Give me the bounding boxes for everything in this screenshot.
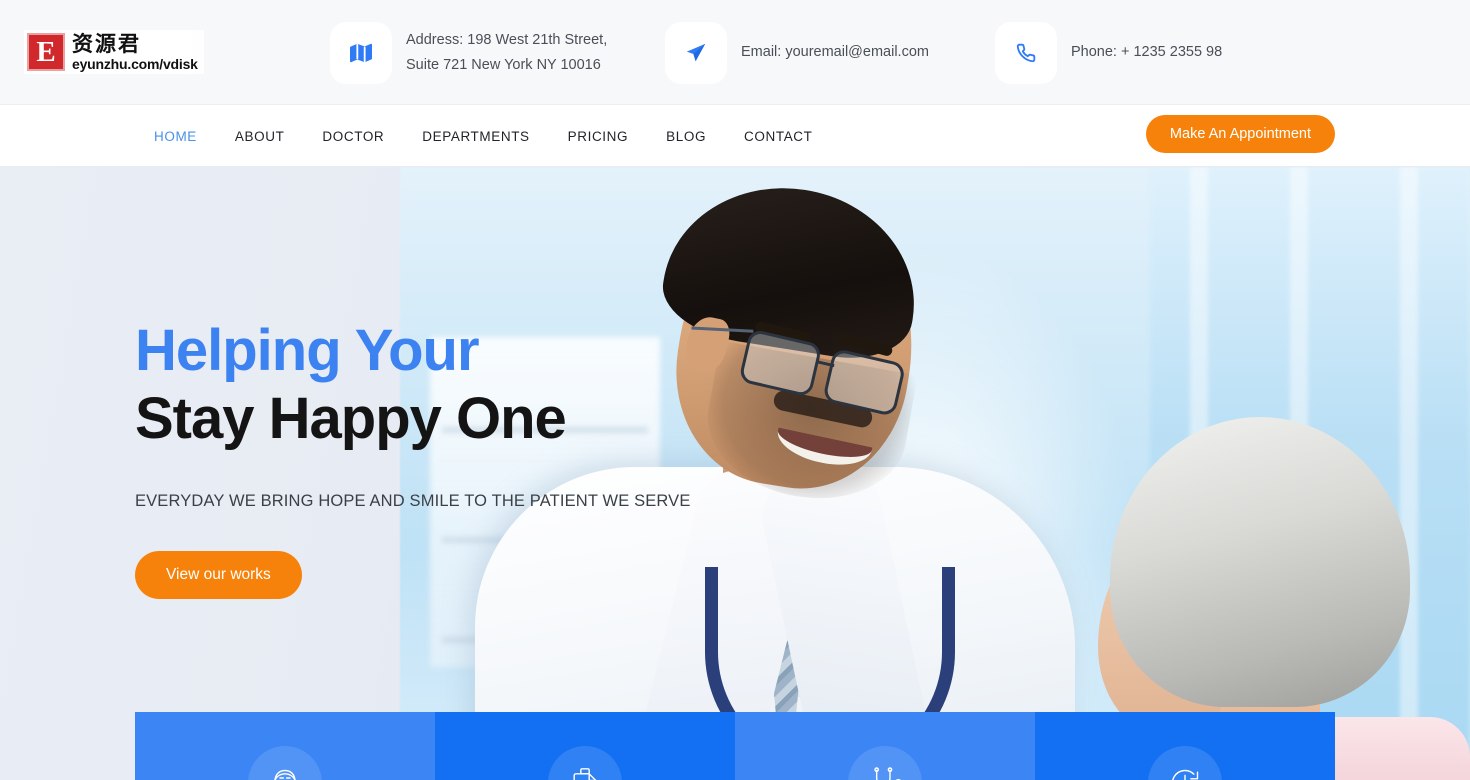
watermark-text: 资源君 eyunzhu.com/vdisk — [72, 31, 198, 72]
stethoscope-icon — [848, 746, 922, 780]
nav-item-pricing[interactable]: PRICING — [549, 129, 647, 144]
feature-card-stethoscope[interactable] — [735, 712, 1035, 780]
site-logo[interactable]: Medilab E 资源君 eyunzhu.com/vdisk — [24, 18, 214, 74]
watermark-url-label: eyunzhu.com/vdisk — [72, 55, 198, 72]
page-root: Medilab E 资源君 eyunzhu.com/vdisk — [0, 0, 1470, 780]
contact-phone-text: Phone: + 1235 2355 98 — [1071, 40, 1222, 65]
hero-subtitle: EVERYDAY WE BRING HOPE AND SMILE TO THE … — [135, 491, 691, 510]
nav-item-contact[interactable]: CONTACT — [725, 129, 831, 144]
contact-email: Email: youremail@email.com — [665, 21, 995, 84]
top-contact-bar: Medilab E 资源君 eyunzhu.com/vdisk — [0, 0, 1470, 105]
contact-email-text: Email: youremail@email.com — [741, 40, 929, 65]
nav-links: HOME ABOUT DOCTOR DEPARTMENTS PRICING BL… — [135, 105, 832, 167]
map-icon — [330, 21, 392, 84]
watermark-overlay: E 资源君 eyunzhu.com/vdisk — [24, 30, 204, 74]
doctor-face-icon — [248, 746, 322, 780]
feature-card-doctor[interactable] — [135, 712, 435, 780]
hero-title-line1: Helping Your — [135, 318, 480, 383]
nav-item-blog[interactable]: BLOG — [647, 129, 725, 144]
nav-item-departments[interactable]: DEPARTMENTS — [403, 129, 548, 144]
contact-phone-line1: Phone: + 1235 2355 98 — [1071, 44, 1223, 61]
hero-title-line2: Stay Happy One — [135, 386, 567, 452]
medical-record-icon — [548, 746, 622, 780]
feature-card-hours[interactable] — [1035, 712, 1335, 780]
contact-address: Address: 198 West 21th Street, Suite 721… — [330, 21, 665, 84]
contact-info-row: Address: 198 West 21th Street, Suite 721… — [330, 0, 1295, 105]
hero-section: Helping Your Stay Happy One EVERYDAY WE … — [0, 167, 1470, 780]
nav-item-about[interactable]: ABOUT — [216, 129, 304, 144]
contact-address-line2: Suite 721 New York NY 10016 — [406, 56, 601, 73]
watermark-mark-icon: E — [27, 33, 65, 71]
contact-email-line1: Email: youremail@email.com — [741, 44, 929, 61]
feature-card-records[interactable] — [435, 712, 735, 780]
clock-history-icon — [1148, 746, 1222, 780]
view-our-works-button[interactable]: View our works — [135, 550, 302, 599]
nav-item-home[interactable]: HOME — [135, 129, 216, 144]
phone-icon — [995, 21, 1057, 84]
hero-text-block: Helping Your Stay Happy One EVERYDAY WE … — [135, 317, 691, 599]
contact-phone: Phone: + 1235 2355 98 — [995, 21, 1295, 84]
make-appointment-button[interactable]: Make An Appointment — [1145, 115, 1335, 153]
paper-plane-icon — [665, 21, 727, 84]
contact-address-text: Address: 198 West 21th Street, Suite 721… — [406, 28, 607, 78]
watermark-cn-label: 资源君 — [72, 31, 141, 56]
nav-item-doctor[interactable]: DOCTOR — [303, 129, 403, 144]
contact-address-line1: Address: 198 West 21th Street, — [406, 31, 608, 48]
feature-cards-strip — [135, 712, 1335, 780]
